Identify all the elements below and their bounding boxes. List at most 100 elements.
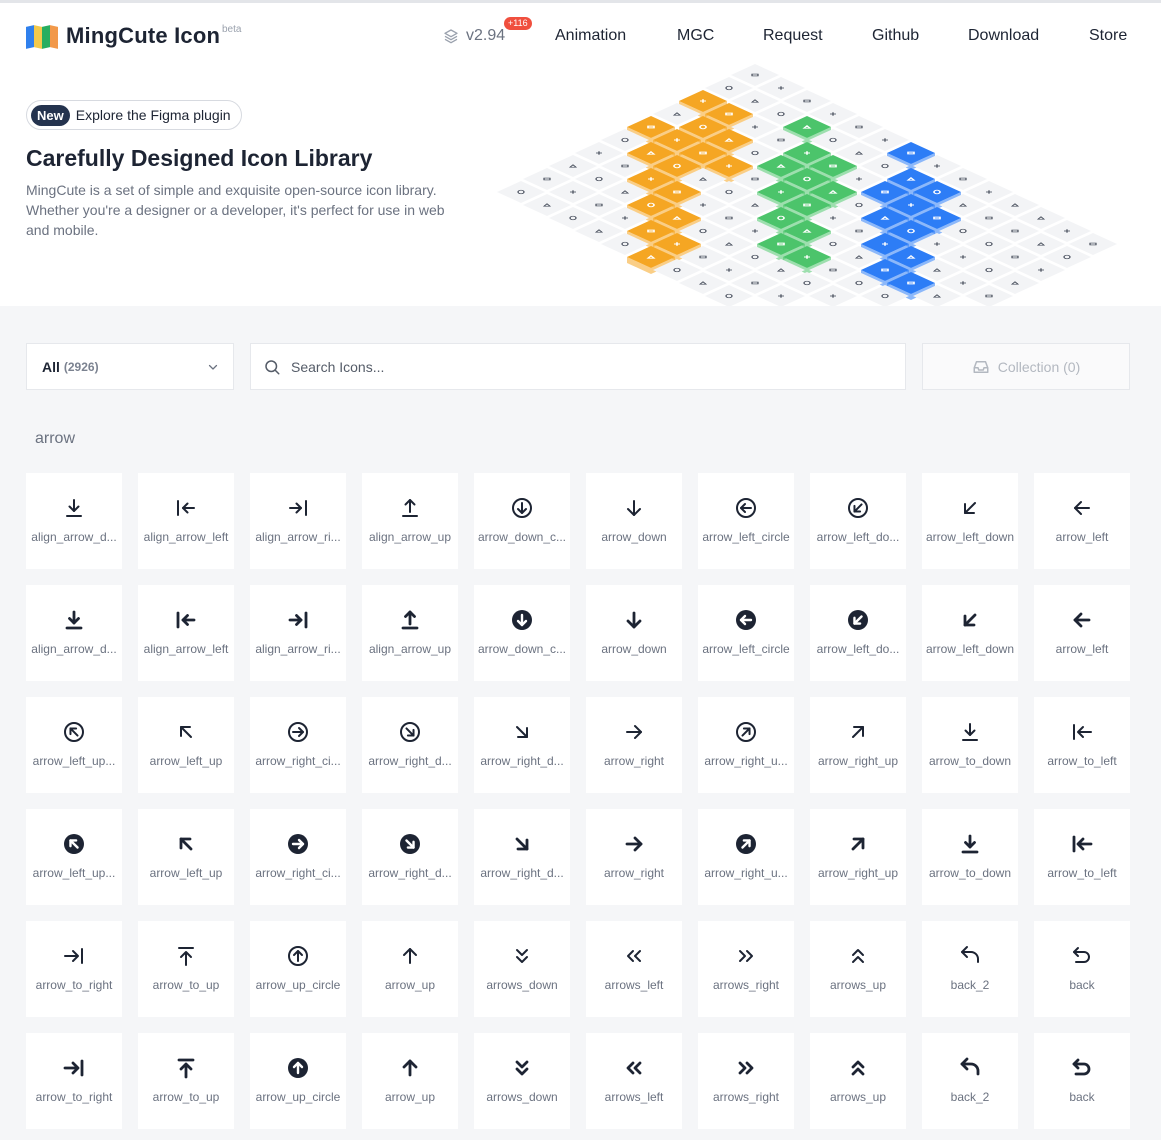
- arrow-down-icon: [627, 500, 641, 516]
- icon-tile[interactable]: align_arrow_up: [362, 473, 458, 569]
- back-icon: [1072, 1058, 1091, 1076]
- icon-tile[interactable]: arrow_up_circle: [250, 1033, 346, 1129]
- icon-tile[interactable]: arrow_to_up: [138, 921, 234, 1017]
- icon-tile[interactable]: arrow_left_circle: [698, 473, 794, 569]
- icon-tile[interactable]: arrow_left: [1034, 473, 1130, 569]
- icon-name: align_arrow_d...: [31, 530, 117, 544]
- icon-tile[interactable]: arrow_left_up...: [26, 809, 122, 905]
- icon-tile[interactable]: arrows_down: [474, 1033, 570, 1129]
- nav-download[interactable]: Download: [968, 27, 1039, 45]
- icon-tile[interactable]: arrow_to_right: [26, 1033, 122, 1129]
- icon-tile[interactable]: arrow_to_down: [922, 697, 1018, 793]
- icon-tile[interactable]: arrows_up: [810, 921, 906, 1017]
- icon-tile[interactable]: align_arrow_left: [138, 473, 234, 569]
- arrow-left-icon: [1074, 501, 1090, 515]
- arrow-right-down-icon: [516, 726, 528, 738]
- icon-tile[interactable]: arrow_right_ci...: [250, 697, 346, 793]
- icon-tile[interactable]: arrow_to_down: [922, 809, 1018, 905]
- icon-tile[interactable]: arrow_right_u...: [698, 697, 794, 793]
- mingcute-logo-icon[interactable]: [26, 24, 58, 50]
- icon-tile[interactable]: arrow_down: [586, 585, 682, 681]
- icon-tile[interactable]: arrow_to_up: [138, 1033, 234, 1129]
- align-arrow-up-icon: [402, 499, 418, 517]
- version-badge: +116: [504, 17, 532, 30]
- icon-name: arrow_left_circle: [702, 530, 790, 544]
- pill-text: Explore the Figma plugin: [75, 107, 231, 123]
- icon-tile[interactable]: align_arrow_d...: [26, 585, 122, 681]
- icon-tile[interactable]: arrows_down: [474, 921, 570, 1017]
- icon-tile[interactable]: arrow_left_up...: [26, 697, 122, 793]
- icon-tile[interactable]: arrow_right_d...: [362, 697, 458, 793]
- icon-tile[interactable]: arrows_right: [698, 1033, 794, 1129]
- nav-github[interactable]: Github: [872, 27, 919, 45]
- icon-tile[interactable]: arrow_right_up: [810, 697, 906, 793]
- icon-tile[interactable]: arrow_up: [362, 921, 458, 1017]
- icon-tile[interactable]: arrow_left_up: [138, 809, 234, 905]
- icon-tile[interactable]: arrow_left: [1034, 585, 1130, 681]
- icon-tile[interactable]: arrow_to_right: [26, 921, 122, 1017]
- arrow-left-circle-icon: [736, 498, 756, 518]
- icon-tile[interactable]: arrow_down: [586, 473, 682, 569]
- icon-tile[interactable]: arrow_down_c...: [474, 473, 570, 569]
- icon-tile[interactable]: align_arrow_ri...: [250, 585, 346, 681]
- search-box[interactable]: [250, 343, 906, 390]
- arrows-up-icon: [851, 1060, 865, 1076]
- icon-tile[interactable]: back: [1034, 921, 1130, 1017]
- collection-button[interactable]: Collection (0): [922, 343, 1130, 390]
- arrow-right-down-icon: [515, 837, 529, 851]
- icon-tile[interactable]: arrow_right_d...: [474, 809, 570, 905]
- arrow-left-up-circle-icon: [64, 722, 84, 742]
- nav-mgc[interactable]: MGC: [677, 27, 714, 45]
- icon-tile[interactable]: arrow_up: [362, 1033, 458, 1129]
- icon-tile[interactable]: arrow_to_left: [1034, 697, 1130, 793]
- icon-tile[interactable]: arrow_left_down: [922, 585, 1018, 681]
- arrow-right-up-icon: [851, 837, 865, 851]
- figma-plugin-pill[interactable]: New Explore the Figma plugin: [26, 100, 242, 130]
- arrow-up-circle-icon: [288, 946, 308, 966]
- search-input[interactable]: [289, 357, 873, 376]
- arrow-to-left-icon: [1072, 835, 1093, 853]
- arrow-right-icon: [626, 725, 642, 739]
- nav-store[interactable]: Store: [1089, 27, 1127, 45]
- icon-tile[interactable]: back_2: [922, 921, 1018, 1017]
- icon-tile[interactable]: arrow_right_d...: [362, 809, 458, 905]
- arrow-right-circle-icon: [288, 834, 308, 854]
- nav-request[interactable]: Request: [763, 27, 823, 45]
- icon-tile[interactable]: arrow_left_do...: [810, 585, 906, 681]
- align-arrow-down-icon: [66, 499, 82, 517]
- icon-tile[interactable]: align_arrow_ri...: [250, 473, 346, 569]
- icon-tile[interactable]: arrow_left_up: [138, 697, 234, 793]
- icon-tile[interactable]: arrows_up: [810, 1033, 906, 1129]
- isometric-icon-mosaic: [497, 64, 1117, 306]
- icon-tile[interactable]: arrows_right: [698, 921, 794, 1017]
- arrow-down-circle-icon: [512, 610, 532, 630]
- icon-name: arrow_left_up: [149, 866, 223, 880]
- icon-tile[interactable]: arrow_up_circle: [250, 921, 346, 1017]
- icon-name: arrows_left: [604, 978, 664, 992]
- icon-tile[interactable]: arrows_left: [586, 1033, 682, 1129]
- icon-tile[interactable]: arrow_right_u...: [698, 809, 794, 905]
- icon-tile[interactable]: arrow_down_c...: [474, 585, 570, 681]
- icon-tile[interactable]: align_arrow_up: [362, 585, 458, 681]
- nav-animation[interactable]: Animation: [555, 27, 626, 45]
- icon-tile[interactable]: arrow_left_circle: [698, 585, 794, 681]
- icon-tile[interactable]: arrow_right: [586, 809, 682, 905]
- icon-tile[interactable]: back_2: [922, 1033, 1018, 1129]
- icon-tile[interactable]: arrow_right_ci...: [250, 809, 346, 905]
- icon-tile[interactable]: align_arrow_left: [138, 585, 234, 681]
- icon-name: arrow_left_down: [925, 642, 1015, 656]
- icon-tile[interactable]: align_arrow_d...: [26, 473, 122, 569]
- icon-tile[interactable]: arrow_right: [586, 697, 682, 793]
- icon-name: back_2: [950, 1090, 990, 1104]
- icon-tile[interactable]: arrows_left: [586, 921, 682, 1017]
- category-select[interactable]: All (2926): [26, 343, 234, 390]
- icon-tile[interactable]: arrow_right_d...: [474, 697, 570, 793]
- icon-tile[interactable]: arrow_right_up: [810, 809, 906, 905]
- icon-tile[interactable]: back: [1034, 1033, 1130, 1129]
- icon-tile[interactable]: arrow_left_down: [922, 473, 1018, 569]
- icon-tile[interactable]: arrow_left_do...: [810, 473, 906, 569]
- brand-name[interactable]: MingCute Icon: [66, 23, 220, 49]
- version-link[interactable]: v2.94: [443, 27, 505, 45]
- arrows-down-icon: [515, 1060, 529, 1076]
- icon-tile[interactable]: arrow_to_left: [1034, 809, 1130, 905]
